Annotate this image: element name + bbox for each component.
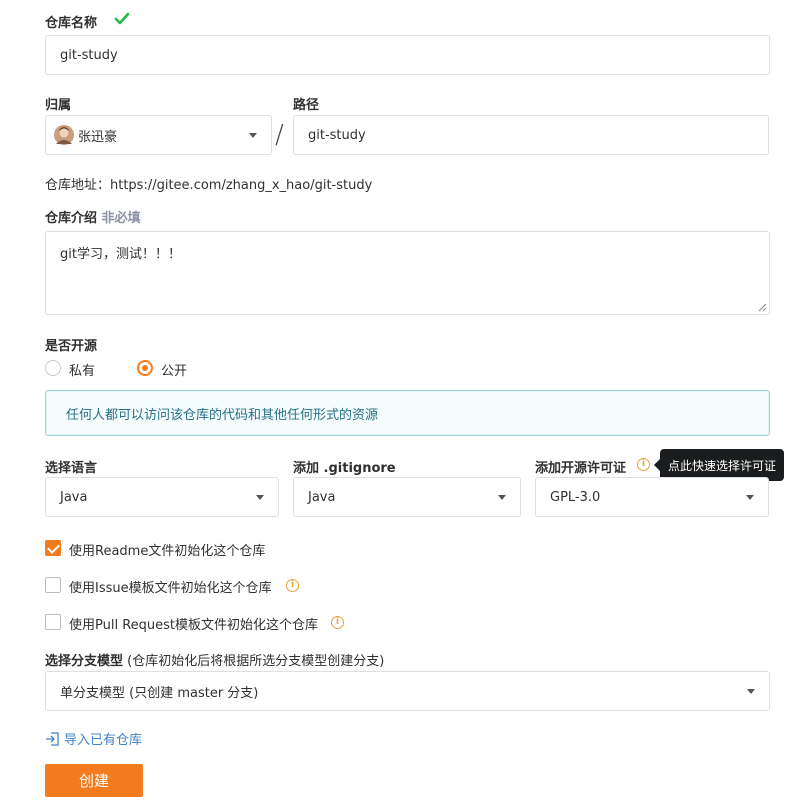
language-value: Java [60, 489, 88, 505]
issue-template-checkbox-label[interactable]: 使用Issue模板文件初始化这个仓库 [69, 577, 272, 596]
repo-address: 仓库地址：https://gitee.com/zhang_x_hao/git-s… [45, 178, 373, 193]
pr-template-checkbox-label[interactable]: 使用Pull Request模板文件初始化这个仓库 [69, 614, 318, 633]
chevron-down-icon [498, 494, 506, 500]
radio-public-label[interactable]: 公开 [161, 360, 187, 379]
gitignore-label: 添加 .gitignore [293, 461, 396, 476]
path-separator: / [275, 120, 284, 150]
import-repo-link[interactable]: 导入已有仓库 [45, 729, 142, 748]
gitignore-value: Java [308, 489, 336, 505]
language-label: 选择语言 [45, 461, 98, 476]
branch-model-value: 单分支模型 (只创建 master 分支) [60, 685, 259, 701]
pr-template-checkbox[interactable] [45, 614, 61, 630]
avatar [54, 125, 74, 145]
radio-public[interactable] [137, 360, 153, 376]
radio-private[interactable] [45, 360, 61, 376]
chevron-down-icon [747, 688, 755, 694]
license-select[interactable]: GPL-3.0 [535, 477, 769, 517]
radio-private-label[interactable]: 私有 [69, 360, 95, 379]
visibility-label: 是否开源 [45, 339, 98, 354]
issue-template-checkbox[interactable] [45, 577, 61, 593]
description-textarea[interactable]: git学习，测试！！！ [45, 231, 770, 315]
optional-hint: 非必填 [101, 211, 141, 226]
branch-model-hint: (仓库初始化后将根据所选分支模型创建分支) [127, 654, 385, 669]
import-icon [46, 731, 59, 746]
chevron-down-icon [249, 132, 257, 138]
visibility-notice-text: 任何人都可以访问该仓库的代码和其他任何形式的资源 [66, 407, 379, 423]
info-icon[interactable]: i [331, 616, 344, 629]
license-tooltip-text: 点此快速选择许可证 [668, 458, 777, 473]
description-value: git学习，测试！！！ [60, 247, 181, 262]
chevron-down-icon [746, 494, 754, 500]
import-repo-label: 导入已有仓库 [64, 733, 143, 748]
info-icon[interactable]: i [286, 579, 299, 592]
check-icon [114, 12, 130, 25]
owner-select[interactable]: 张迅豪 [45, 115, 272, 155]
branch-model-select[interactable]: 单分支模型 (只创建 master 分支) [45, 671, 770, 711]
path-value: git-study [308, 127, 366, 143]
language-select[interactable]: Java [45, 477, 279, 517]
path-label: 路径 [293, 98, 320, 113]
repo-name-input[interactable]: git-study [45, 35, 770, 75]
info-icon[interactable]: i [637, 458, 650, 471]
create-button[interactable]: 创建 [45, 764, 143, 797]
repo-name-label: 仓库名称 [45, 16, 98, 31]
readme-checkbox[interactable] [45, 540, 61, 556]
gitignore-select[interactable]: Java [293, 477, 521, 517]
create-button-label: 创建 [78, 772, 109, 790]
license-label: 添加开源许可证 [535, 461, 627, 476]
description-label: 仓库介绍 非必填 [45, 211, 141, 226]
owner-value: 张迅豪 [78, 129, 118, 145]
owner-label: 归属 [45, 98, 72, 113]
branch-model-label: 选择分支模型 (仓库初始化后将根据所选分支模型创建分支) [45, 654, 385, 669]
path-input[interactable]: git-study [293, 115, 769, 155]
repo-name-value: git-study [60, 47, 118, 63]
visibility-notice: 任何人都可以访问该仓库的代码和其他任何形式的资源 [45, 390, 770, 436]
chevron-down-icon [256, 494, 264, 500]
resize-handle-icon[interactable] [757, 302, 767, 312]
readme-checkbox-label[interactable]: 使用Readme文件初始化这个仓库 [69, 540, 265, 559]
license-value: GPL-3.0 [550, 489, 601, 505]
